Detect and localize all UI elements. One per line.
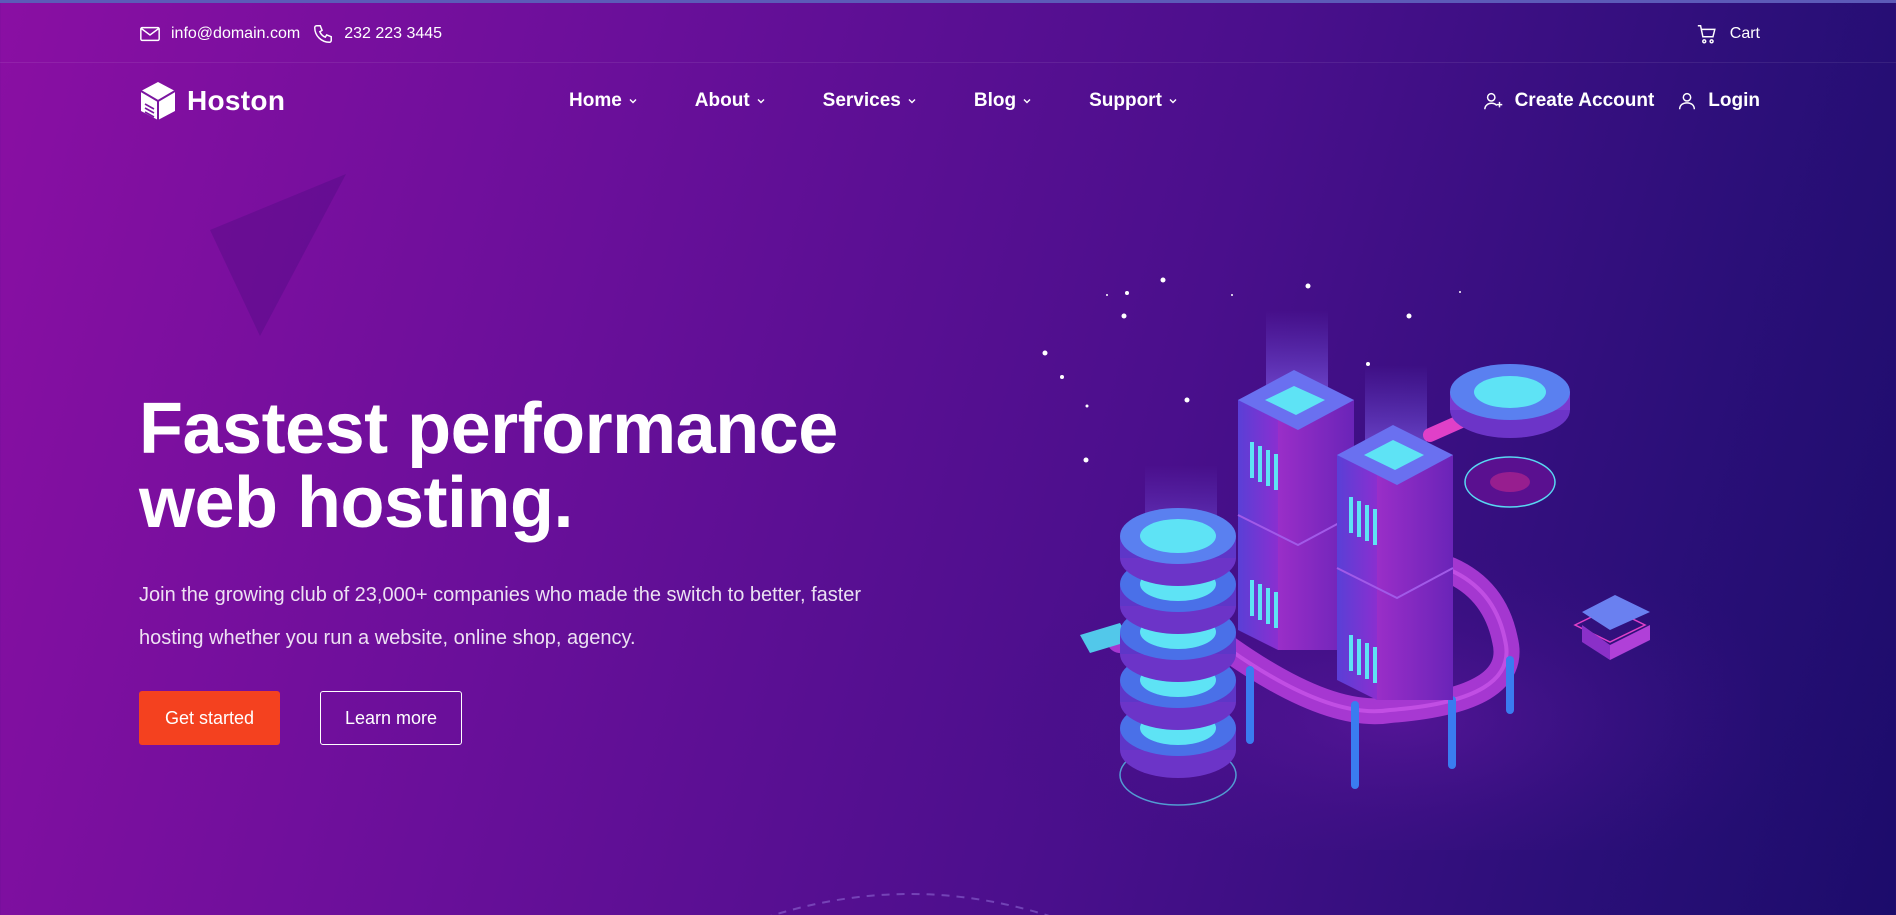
login-label: Login	[1708, 90, 1760, 111]
login-link[interactable]: Login	[1676, 90, 1760, 112]
chevron-down-icon	[629, 99, 637, 104]
cart-label: Cart	[1729, 25, 1760, 42]
nav-item-label: Support	[1089, 90, 1162, 111]
decorative-triangle	[210, 174, 346, 336]
brand-logo[interactable]: Hoston	[139, 80, 285, 122]
hero-subtitle: Join the growing club of 23,000+ compani…	[139, 584, 862, 649]
cart-link[interactable]: Cart	[1696, 23, 1760, 45]
hero-title: Fastest performance web hosting.	[139, 389, 838, 543]
cube-logo-icon	[140, 82, 176, 120]
server-tower-right	[1336, 425, 1454, 700]
get-started-button[interactable]: Get started	[139, 691, 280, 745]
nav-item-about[interactable]: About	[695, 90, 766, 112]
nav-menu: Home About Services Blog Support	[569, 90, 1235, 112]
nav-item-support[interactable]: Support	[1089, 90, 1178, 112]
nav-item-label: Home	[569, 90, 622, 111]
nav-item-label: About	[694, 90, 750, 111]
contact-email[interactable]: info@domain.com	[171, 25, 300, 43]
server-tower-left	[1237, 370, 1355, 650]
disk-stack	[1119, 508, 1237, 806]
chevron-down-icon	[1169, 99, 1177, 104]
main-navigation: Hoston Home About Services Blog Support	[0, 80, 1896, 124]
nav-item-label: Services	[822, 90, 901, 111]
top-bar: info@domain.com 232 223 3445 Cart	[0, 3, 1896, 63]
phone-icon	[314, 25, 333, 43]
user-plus-icon	[1483, 92, 1502, 110]
decorative-dashed-arc	[770, 893, 1050, 915]
server-illustration	[980, 277, 1760, 850]
nav-item-home[interactable]: Home	[569, 90, 638, 112]
floating-disk	[1450, 364, 1570, 508]
cart-icon	[1697, 25, 1716, 44]
learn-more-button[interactable]: Learn more	[320, 691, 462, 745]
create-account-link[interactable]: Create Account	[1483, 90, 1655, 112]
user-icon	[1679, 92, 1696, 110]
chevron-down-icon	[908, 99, 916, 104]
contact-phone[interactable]: 232 223 3445	[344, 25, 442, 43]
account-links: Create Account Login	[1483, 90, 1760, 112]
chevron-down-icon	[1023, 99, 1031, 104]
nav-item-label: Blog	[973, 90, 1017, 111]
nav-item-blog[interactable]: Blog	[974, 90, 1032, 112]
contact-info: info@domain.com 232 223 3445	[139, 23, 454, 45]
chevron-down-icon	[757, 99, 765, 104]
nav-item-services[interactable]: Services	[823, 90, 917, 112]
hero-actions: Get started Learn more	[139, 691, 462, 745]
brand-name: Hoston	[187, 85, 286, 116]
envelope-icon	[140, 26, 160, 42]
create-account-label: Create Account	[1514, 90, 1655, 111]
